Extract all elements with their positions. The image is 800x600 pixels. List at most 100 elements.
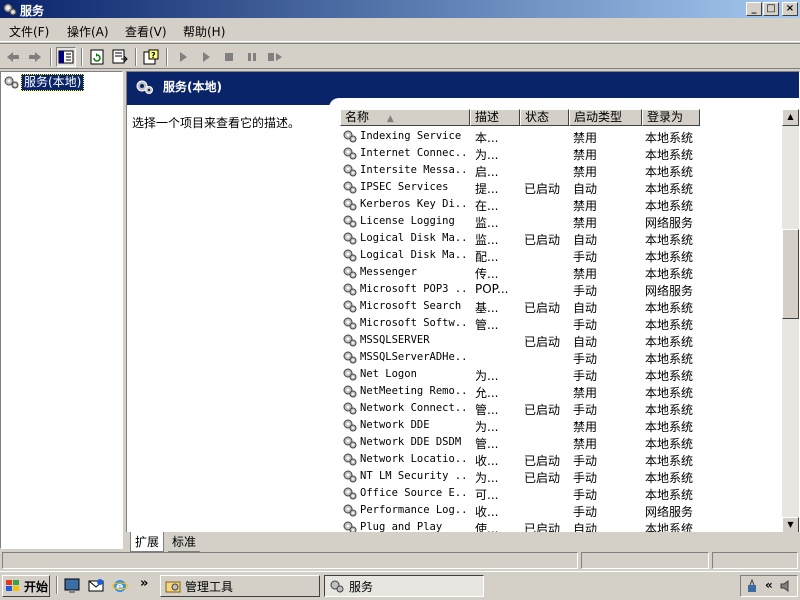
- speaker-icon[interactable]: [779, 579, 793, 593]
- export-list-icon[interactable]: [110, 47, 130, 67]
- column-header-startup-type[interactable]: 启动类型: [569, 109, 642, 126]
- service-row[interactable]: Network DDE DSDM 管... 禁用 本地系统: [340, 434, 780, 451]
- column-header-logon-as[interactable]: 登录为: [642, 109, 700, 126]
- service-row[interactable]: Logical Disk Ma... 配... 手动 本地系统: [340, 247, 780, 264]
- service-description: 为...: [475, 148, 499, 162]
- service-row[interactable]: Internet Connec... 为... 禁用 本地系统: [340, 145, 780, 162]
- task-admin-tools[interactable]: 管理工具: [160, 575, 320, 597]
- service-row[interactable]: IPSEC Services 提... 已启动 自动 本地系统: [340, 179, 780, 196]
- view-tabs: 扩展 标准: [126, 532, 800, 552]
- service-startup-type: 自动: [573, 233, 598, 247]
- menu-action[interactable]: 操作(A): [67, 23, 109, 40]
- quicklaunch-outlook-icon[interactable]: [87, 577, 105, 595]
- restart-service-icon[interactable]: [265, 47, 285, 67]
- service-name: Net Logon: [360, 368, 417, 380]
- service-description: 允...: [475, 386, 499, 400]
- service-gear-icon: [343, 164, 357, 177]
- help-icon[interactable]: ?: [141, 47, 161, 67]
- service-description: 传...: [475, 267, 499, 281]
- forward-icon[interactable]: [25, 47, 45, 67]
- service-row[interactable]: Indexing Service 本... 禁用 本地系统: [340, 128, 780, 145]
- vertical-scrollbar[interactable]: ▲ ▼: [782, 109, 799, 534]
- service-row[interactable]: Office Source E... 可... 手动 本地系统: [340, 485, 780, 502]
- service-startup-type: 禁用: [573, 165, 598, 179]
- tab-standard[interactable]: 标准: [168, 532, 201, 552]
- pause-service-icon[interactable]: [242, 47, 262, 67]
- services-list[interactable]: 名称 ▲ 描述 状态 启动类型 登录为 Indexing Service 本...…: [340, 109, 799, 534]
- svg-text:e: e: [116, 580, 123, 593]
- service-row[interactable]: NetMeeting Remo... 允... 禁用 本地系统: [340, 383, 780, 400]
- service-row[interactable]: Intersite Messa... 启... 禁用 本地系统: [340, 162, 780, 179]
- column-header-status[interactable]: 状态: [520, 109, 569, 126]
- service-name: Internet Connec...: [360, 147, 470, 159]
- service-gear-icon: [343, 181, 357, 194]
- service-startup-type: 禁用: [573, 267, 598, 281]
- service-row[interactable]: Network Connect... 管... 已启动 手动 本地系统: [340, 400, 780, 417]
- service-row[interactable]: Logical Disk Ma... 监... 已启动 自动 本地系统: [340, 230, 780, 247]
- service-logon-as: 本地系统: [645, 267, 694, 281]
- show-hide-tree-icon[interactable]: [56, 47, 76, 67]
- service-logon-as: 网络服务: [645, 505, 694, 519]
- minimize-button[interactable]: _: [746, 2, 762, 16]
- services-gear-icon: [330, 580, 344, 593]
- tray-app-icon[interactable]: [745, 579, 759, 593]
- menu-file[interactable]: 文件(F): [9, 23, 49, 40]
- service-row[interactable]: Performance Log... 收... 手动 网络服务: [340, 502, 780, 519]
- tree-node-services-local[interactable]: 服务(本地): [3, 73, 85, 91]
- service-gear-icon: [343, 147, 357, 160]
- service-logon-as: 网络服务: [645, 216, 694, 230]
- service-row[interactable]: Messenger 传... 禁用 本地系统: [340, 264, 780, 281]
- start-service-icon[interactable]: [173, 47, 193, 67]
- service-name: Network Locatio...: [360, 453, 470, 465]
- service-row[interactable]: MSSQLServerADHe... 手动 本地系统: [340, 349, 780, 366]
- service-startup-type: 手动: [573, 284, 598, 298]
- quicklaunch-ie-icon[interactable]: e: [111, 577, 129, 595]
- service-row[interactable]: NT LM Security ... 为... 已启动 手动 本地系统: [340, 468, 780, 485]
- service-row[interactable]: License Logging 监... 禁用 网络服务: [340, 213, 780, 230]
- header-curve: [329, 98, 799, 108]
- maximize-button[interactable]: □: [763, 2, 779, 16]
- service-row[interactable]: Kerberos Key Di... 在... 禁用 本地系统: [340, 196, 780, 213]
- quicklaunch-desktop-icon[interactable]: [63, 577, 81, 595]
- service-row[interactable]: Microsoft Search 基... 已启动 自动 本地系统: [340, 298, 780, 315]
- pane-title: 服务(本地): [163, 80, 222, 94]
- service-row[interactable]: MSSQLSERVER 已启动 自动 本地系统: [340, 332, 780, 349]
- stop-service-icon[interactable]: [219, 47, 239, 67]
- menu-view[interactable]: 查看(V): [125, 23, 167, 40]
- back-icon[interactable]: [3, 47, 23, 67]
- refresh-icon[interactable]: [87, 47, 107, 67]
- menu-help[interactable]: 帮助(H): [183, 23, 225, 40]
- tray-expand-icon[interactable]: «: [765, 578, 773, 592]
- toolbar-separator: [135, 48, 137, 66]
- service-row[interactable]: Network Locatio... 收... 已启动 手动 本地系统: [340, 451, 780, 468]
- service-logon-as: 本地系统: [645, 335, 694, 349]
- sort-ascending-icon: ▲: [386, 114, 394, 124]
- service-description: 为...: [475, 471, 499, 485]
- service-startup-type: 手动: [573, 250, 598, 264]
- close-button[interactable]: ×: [782, 2, 798, 16]
- title-bar[interactable]: 服务 _ □ ×: [0, 0, 800, 18]
- service-gear-icon: [343, 300, 357, 313]
- console-tree[interactable]: 服务(本地): [0, 71, 123, 549]
- start-service-alt-icon[interactable]: [196, 47, 216, 67]
- scroll-up-button[interactable]: ▲: [782, 109, 799, 126]
- service-startup-type: 手动: [573, 471, 598, 485]
- quicklaunch-overflow-icon[interactable]: »: [140, 576, 148, 591]
- service-name: Network DDE: [360, 419, 430, 431]
- service-description: POP...: [475, 282, 509, 296]
- service-row[interactable]: Microsoft POP3 ... POP... 手动 网络服务: [340, 281, 780, 298]
- start-button[interactable]: 开始: [2, 575, 50, 597]
- service-description: 为...: [475, 369, 499, 383]
- scroll-thumb[interactable]: [782, 229, 799, 319]
- service-gear-icon: [343, 385, 357, 398]
- service-logon-as: 本地系统: [645, 318, 694, 332]
- services-gear-icon: [4, 76, 19, 89]
- service-row[interactable]: Net Logon 为... 手动 本地系统: [340, 366, 780, 383]
- tab-extended[interactable]: 扩展: [130, 532, 165, 552]
- task-services[interactable]: 服务: [324, 575, 484, 597]
- service-row[interactable]: Microsoft Softw... 管... 手动 本地系统: [340, 315, 780, 332]
- column-header-description[interactable]: 描述: [470, 109, 520, 126]
- column-header-name[interactable]: 名称 ▲: [340, 109, 470, 126]
- service-gear-icon: [343, 368, 357, 381]
- service-row[interactable]: Network DDE 为... 禁用 本地系统: [340, 417, 780, 434]
